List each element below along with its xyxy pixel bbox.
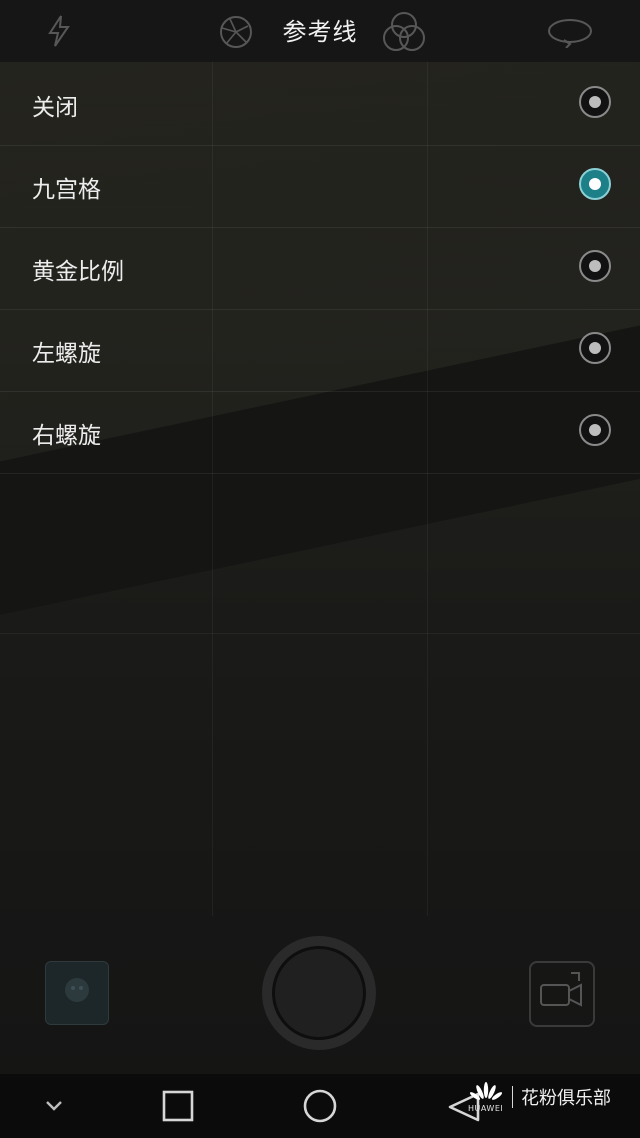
gallery-thumbnail[interactable] bbox=[45, 961, 109, 1025]
video-mode-button[interactable] bbox=[529, 961, 595, 1027]
option-label: 左螺旋 bbox=[32, 341, 101, 367]
option-row-golden-ratio[interactable]: 黄金比例 bbox=[0, 228, 640, 310]
option-label: 右螺旋 bbox=[32, 423, 101, 449]
page-title: 参考线 bbox=[282, 18, 358, 46]
radio-button[interactable] bbox=[579, 414, 611, 446]
huawei-petals-icon bbox=[469, 1082, 503, 1100]
recent-apps-icon[interactable] bbox=[160, 1088, 196, 1124]
watermark-brand: HUAWEI bbox=[468, 1104, 504, 1113]
radio-dot bbox=[589, 424, 601, 436]
shutter-button-inner bbox=[272, 946, 366, 1040]
watermark-divider bbox=[512, 1086, 513, 1108]
video-camera-icon bbox=[540, 972, 582, 1007]
huawei-logo: HUAWEI bbox=[468, 1080, 504, 1114]
watermark-text: 花粉俱乐部 bbox=[521, 1088, 611, 1109]
radio-dot bbox=[589, 342, 601, 354]
photo-thumbnail-icon bbox=[65, 978, 89, 1002]
radio-button[interactable] bbox=[579, 250, 611, 282]
option-label: 关闭 bbox=[32, 95, 78, 121]
option-label: 黄金比例 bbox=[32, 259, 124, 285]
grid-option-list: 关闭 九宫格 黄金比例 左螺旋 右螺旋 bbox=[0, 64, 640, 474]
option-row-off[interactable]: 关闭 bbox=[0, 64, 640, 146]
home-icon[interactable] bbox=[301, 1087, 339, 1125]
radio-dot bbox=[589, 96, 601, 108]
radio-button-selected[interactable] bbox=[579, 168, 611, 200]
radio-dot bbox=[589, 178, 601, 190]
option-row-left-spiral[interactable]: 左螺旋 bbox=[0, 310, 640, 392]
option-label: 九宫格 bbox=[32, 177, 101, 203]
chevron-down-icon[interactable] bbox=[40, 1096, 68, 1116]
radio-dot bbox=[589, 260, 601, 272]
watermark: HUAWEI 花粉俱乐部 bbox=[468, 1080, 611, 1114]
option-row-nine-grid[interactable]: 九宫格 bbox=[0, 146, 640, 228]
radio-button[interactable] bbox=[579, 86, 611, 118]
radio-button[interactable] bbox=[579, 332, 611, 364]
filter-icon[interactable] bbox=[381, 10, 427, 54]
rotate-icon[interactable] bbox=[546, 16, 594, 48]
shutter-button[interactable] bbox=[262, 936, 376, 1050]
option-row-right-spiral[interactable]: 右螺旋 bbox=[0, 392, 640, 474]
top-bar: 参考线 bbox=[0, 0, 640, 62]
